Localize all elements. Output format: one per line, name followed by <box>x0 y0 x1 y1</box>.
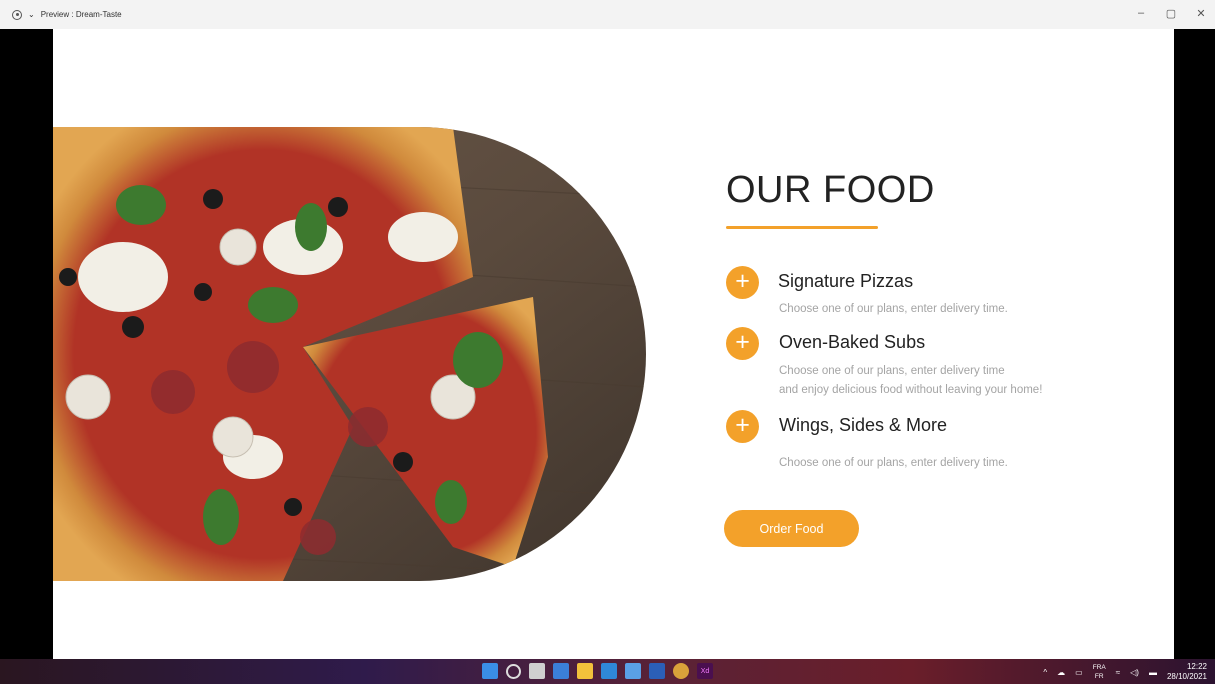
file-explorer-icon[interactable] <box>577 663 593 679</box>
search-icon[interactable] <box>506 664 521 679</box>
record-icon[interactable] <box>12 9 22 20</box>
taskview-icon[interactable] <box>529 663 545 679</box>
pizza-image <box>53 127 646 581</box>
preview-stage: OUR FOOD + Signature Pizzas Choose one o… <box>0 29 1215 659</box>
minimize-button[interactable]: – <box>1135 7 1147 20</box>
item-description: Choose one of our plans, enter delivery … <box>779 365 1005 377</box>
plus-icon[interactable]: + <box>726 327 759 360</box>
restore-button[interactable]: ▢ <box>1165 7 1177 20</box>
order-food-button[interactable]: Order Food <box>724 510 859 547</box>
clock[interactable]: 12:22 28/10/2021 <box>1167 662 1207 682</box>
vscode-icon[interactable] <box>601 663 617 679</box>
language-indicator[interactable]: FRA FR <box>1093 663 1106 681</box>
close-button[interactable]: ✕ <box>1195 7 1207 20</box>
heading-underline <box>726 226 878 229</box>
word-icon[interactable] <box>649 663 665 679</box>
chevron-down-icon[interactable]: ⌄ <box>28 10 35 19</box>
window-title: Preview : Dream-Taste <box>40 10 122 19</box>
section-heading: OUR FOOD <box>726 169 935 211</box>
item-description: and enjoy delicious food without leaving… <box>779 384 1043 396</box>
xd-icon[interactable]: Xd <box>697 663 713 679</box>
item-title: Signature Pizzas <box>778 271 914 291</box>
chrome-icon[interactable] <box>673 663 689 679</box>
cloud-icon[interactable]: ☁ <box>1057 668 1065 677</box>
item-description: Choose one of our plans, enter delivery … <box>779 303 1008 315</box>
notepad-icon[interactable] <box>625 663 641 679</box>
item-title: Wings, Sides & More <box>779 415 948 435</box>
battery-icon[interactable]: ▬ <box>1149 668 1157 677</box>
keyboard-icon[interactable]: ▭ <box>1075 668 1083 677</box>
plus-icon[interactable]: + <box>726 410 759 443</box>
volume-icon[interactable]: ◁) <box>1130 668 1139 677</box>
widgets-icon[interactable] <box>553 663 569 679</box>
chevron-up-icon[interactable]: ^ <box>1043 668 1047 677</box>
plus-icon[interactable]: + <box>726 266 759 299</box>
system-tray: ^ ☁ ▭ FRA FR ≈ ◁) ▬ 12:22 28/10/2021 <box>1043 662 1207 682</box>
wifi-icon[interactable]: ≈ <box>1116 668 1120 677</box>
artboard: OUR FOOD + Signature Pizzas Choose one o… <box>53 29 1174 659</box>
start-icon[interactable] <box>482 663 498 679</box>
window-titlebar: ⌄ Preview : Dream-Taste – ▢ ✕ <box>0 0 1215 30</box>
taskbar: Xd ^ ☁ ▭ FRA FR ≈ ◁) ▬ 12:22 28/10/2021 <box>0 659 1215 684</box>
item-title: Oven-Baked Subs <box>779 332 926 352</box>
item-description: Choose one of our plans, enter delivery … <box>779 457 1008 469</box>
